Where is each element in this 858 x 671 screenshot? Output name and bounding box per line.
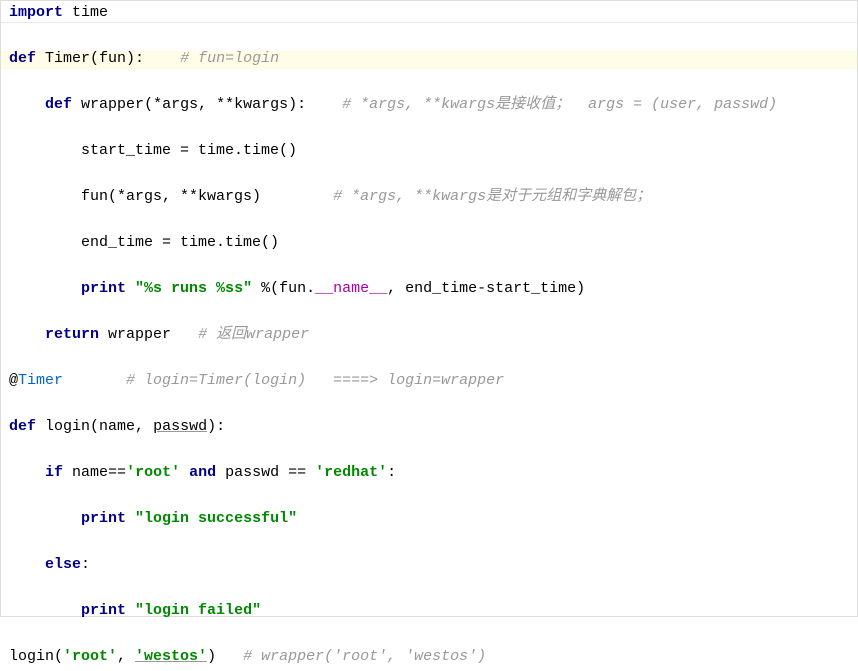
blank-line[interactable]	[1, 529, 857, 557]
blank-line[interactable]	[1, 23, 857, 51]
comment: # *args, **kwargs是对于元组和字典解包；	[333, 189, 651, 204]
module: time	[72, 5, 108, 20]
string-literal: 'westos'	[135, 649, 207, 664]
keyword-print: print	[81, 281, 126, 296]
blank-line[interactable]	[1, 621, 857, 649]
code-line[interactable]: def Timer(fun): # fun=login	[1, 51, 857, 69]
string-literal: 'root'	[126, 465, 180, 480]
blank-line[interactable]	[1, 299, 857, 327]
string-literal: "login successful"	[135, 511, 297, 526]
dunder-name: __name__	[315, 281, 387, 296]
code-line[interactable]: def wrapper(*args, **kwargs): # *args, *…	[1, 97, 857, 115]
blank-line[interactable]	[1, 483, 857, 511]
blank-line[interactable]	[1, 253, 857, 281]
params: (fun):	[90, 51, 144, 66]
code-line[interactable]: start_time = time.time()	[1, 143, 857, 161]
keyword-print: print	[81, 511, 126, 526]
params: (*args, **kwargs):	[144, 97, 306, 112]
keyword-def: def	[9, 51, 36, 66]
blank-line[interactable]	[1, 115, 857, 143]
statement: fun(*args, **kwargs)	[81, 189, 261, 204]
code-editor[interactable]: import time def Timer(fun): # fun=login …	[1, 1, 857, 671]
comment: # 返回wrapper	[198, 327, 309, 342]
code-line[interactable]: @Timer # login=Timer(login) ====> login=…	[1, 373, 857, 391]
code-line[interactable]: print "login successful"	[1, 511, 857, 529]
blank-line[interactable]	[1, 161, 857, 189]
code-line[interactable]: end_time = time.time()	[1, 235, 857, 253]
decorator-at: @	[9, 373, 18, 388]
comment: # fun=login	[180, 51, 279, 66]
keyword-and: and	[189, 465, 216, 480]
blank-line[interactable]	[1, 345, 857, 373]
return-value: wrapper	[108, 327, 171, 342]
keyword-if: if	[45, 465, 63, 480]
code-line[interactable]: def login(name, passwd):	[1, 419, 857, 437]
comment: # wrapper('root', 'westos')	[243, 649, 486, 664]
keyword-return: return	[45, 327, 99, 342]
statement: start_time = time.time()	[81, 143, 297, 158]
code-line[interactable]: return wrapper # 返回wrapper	[1, 327, 857, 345]
blank-line[interactable]	[1, 69, 857, 97]
comment: # *args, **kwargs是接收值； args = (user, pas…	[342, 97, 777, 112]
code-line[interactable]: print "%s runs %ss" %(fun.__name__, end_…	[1, 281, 857, 299]
string-literal: "login failed"	[135, 603, 261, 618]
keyword-def: def	[45, 97, 72, 112]
blank-line[interactable]	[1, 437, 857, 465]
string-literal: "%s runs %ss"	[135, 281, 252, 296]
func-name: wrapper	[81, 97, 144, 112]
module-name	[63, 5, 72, 20]
code-line[interactable]: login('root', 'westos') # wrapper('root'…	[1, 649, 857, 667]
string-literal: 'redhat'	[315, 465, 387, 480]
comment: # login=Timer(login) ====> login=wrapper	[126, 373, 504, 388]
decorator-name: Timer	[18, 373, 63, 388]
code-line[interactable]: else:	[1, 557, 857, 575]
code-line[interactable]: if name=='root' and passwd == 'redhat':	[1, 465, 857, 483]
keyword-else: else	[45, 557, 81, 572]
blank-line[interactable]	[1, 391, 857, 419]
keyword-def: def	[9, 419, 36, 434]
func-name: login	[45, 419, 90, 434]
params: (name, passwd):	[90, 419, 225, 434]
blank-line[interactable]	[1, 575, 857, 603]
func-name: Timer	[45, 51, 90, 66]
statement: end_time = time.time()	[81, 235, 279, 250]
keyword-import: import	[9, 5, 63, 20]
keyword-print: print	[81, 603, 126, 618]
code-line[interactable]: fun(*args, **kwargs) # *args, **kwargs是对…	[1, 189, 857, 207]
code-line[interactable]: import time	[1, 5, 857, 23]
code-line[interactable]: print "login failed"	[1, 603, 857, 621]
blank-line[interactable]	[1, 207, 857, 235]
string-literal: 'root'	[63, 649, 117, 664]
